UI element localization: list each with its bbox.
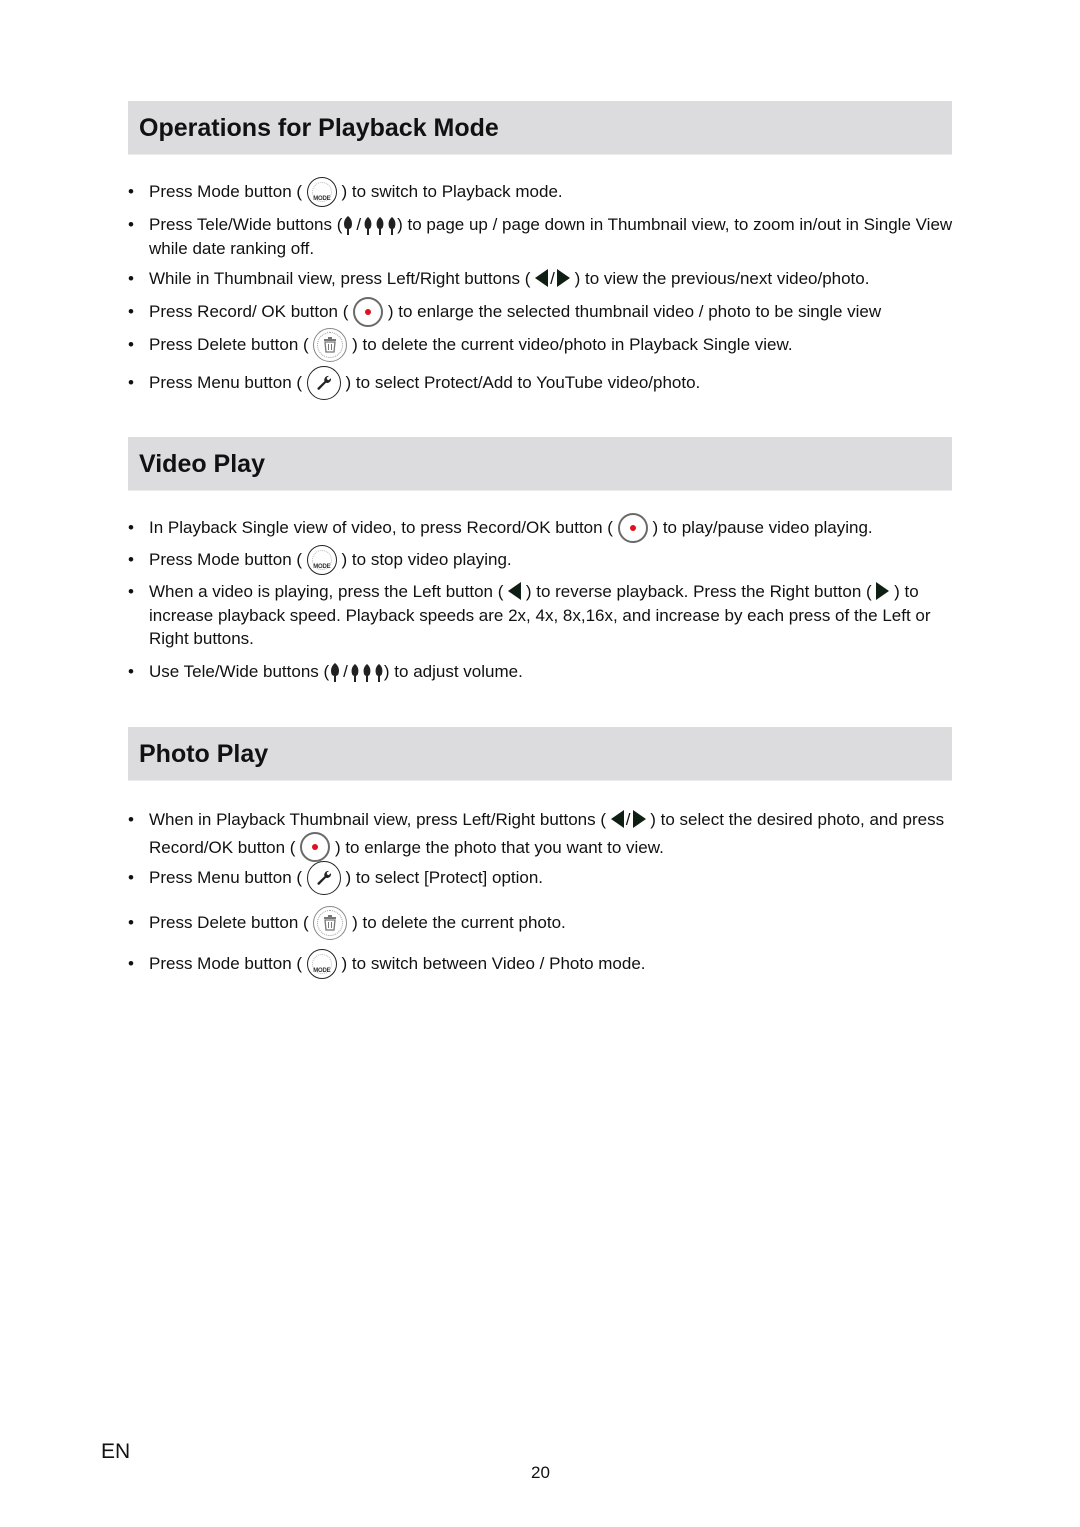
right-arrow-icon (632, 810, 646, 829)
item-text: Press Record/ OK button ( ) to enlarge t… (149, 296, 958, 327)
section-title: Operations for Playback Mode (139, 114, 499, 142)
bullet: • (128, 913, 134, 932)
section-header-operations-playback: Operations for Playback Mode (128, 101, 952, 155)
item-text: Press Menu button ( ) to select Protect/… (149, 365, 958, 400)
bullet: • (128, 373, 134, 392)
item-text: Press Delete button ( ) to delete the cu… (149, 905, 958, 940)
item-text: While in Thumbnail view, press Left/Righ… (149, 269, 870, 288)
record-ok-icon (353, 296, 384, 327)
left-arrow-icon (535, 269, 549, 288)
item-text: When a video is playing, press the Left … (149, 582, 931, 648)
item-text: Press Tele/Wide buttons (/) to page up /… (149, 215, 953, 258)
bullet: • (128, 335, 134, 354)
language-label: EN (101, 1440, 131, 1463)
bullet: • (128, 868, 134, 887)
item-text: Press Mode button ( MODE ) to switch to … (149, 176, 958, 207)
wide-icon (363, 216, 397, 236)
bullet: • (128, 215, 134, 234)
bullet: • (128, 662, 134, 681)
trash-icon (313, 905, 348, 940)
mode-icon: MODE (306, 948, 337, 979)
item-text: In Playback Single view of video, to pre… (149, 512, 958, 543)
right-arrow-icon (876, 582, 890, 601)
item-text: Press Delete button ( ) to delete the cu… (149, 327, 958, 362)
wrench-icon (306, 365, 341, 400)
bullet: • (128, 810, 134, 829)
item-text: Use Tele/Wide buttons (/) to adjust volu… (149, 662, 523, 683)
bullet: • (128, 269, 134, 288)
item-text: Press Mode button ( MODE ) to stop video… (149, 544, 958, 575)
left-arrow-icon (508, 582, 522, 601)
tele-icon (329, 662, 341, 683)
page-number: 20 (531, 1463, 550, 1482)
item-text: When in Playback Thumbnail view, press L… (149, 806, 958, 863)
bullet: • (128, 302, 134, 321)
bullet: • (128, 582, 134, 601)
mode-icon: MODE (306, 544, 337, 575)
mode-icon: MODE (306, 176, 337, 207)
record-ok-icon (617, 512, 648, 543)
left-arrow-icon (610, 810, 624, 829)
bullet: • (128, 550, 134, 569)
section-title: Photo Play (139, 740, 269, 768)
trash-icon (313, 327, 348, 362)
tele-icon (342, 215, 354, 236)
item-text: Press Mode button ( MODE ) to switch bet… (149, 948, 958, 979)
section-header-photo-play: Photo Play (128, 727, 952, 781)
wrench-icon (306, 860, 341, 895)
record-ok-icon (300, 832, 331, 863)
item-text: Press Menu button ( ) to select [Protect… (149, 860, 958, 895)
bullet: • (128, 954, 134, 973)
wide-icon (350, 663, 384, 683)
section-title: Video Play (139, 450, 265, 478)
section-header-video-play: Video Play (128, 437, 952, 491)
bullet: • (128, 182, 134, 201)
right-arrow-icon (556, 269, 570, 288)
bullet: • (128, 518, 134, 537)
